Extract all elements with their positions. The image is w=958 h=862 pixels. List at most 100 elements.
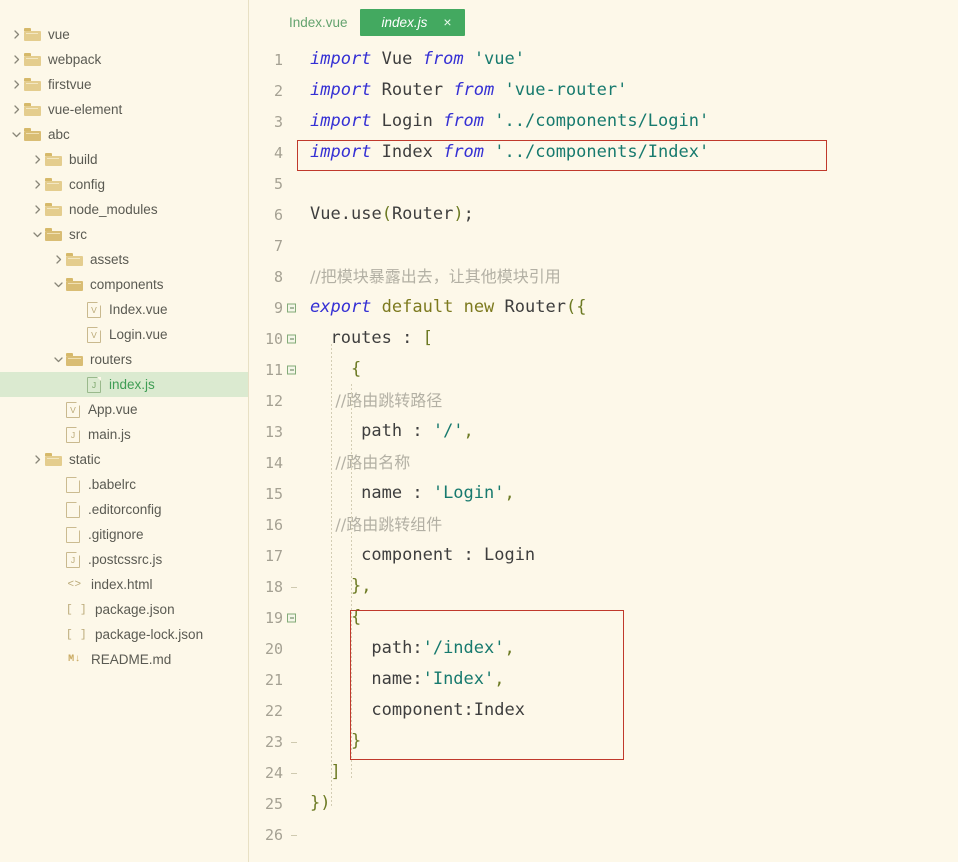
code-line[interactable]: 9 export default new Router({ <box>249 292 958 323</box>
code-line[interactable]: 12 //路由跳转路径 <box>249 385 958 416</box>
tree-item-assets[interactable]: assets <box>0 247 248 272</box>
code-line[interactable]: 2 import Router from 'vue-router' <box>249 75 958 106</box>
tree-item-vue-element[interactable]: vue-element <box>0 97 248 122</box>
code-text: import Vue from 'vue' <box>299 44 958 75</box>
token: Router <box>391 204 454 224</box>
code-line[interactable]: 18 }, <box>249 571 958 602</box>
plain-file-icon <box>66 526 80 543</box>
code-line[interactable]: 26 <box>249 819 958 850</box>
tree-item-node-modules[interactable]: node_modules <box>0 197 248 222</box>
code-line[interactable]: 11 { <box>249 354 958 385</box>
chevron-down-icon[interactable] <box>8 129 24 140</box>
chevron-right-icon[interactable] <box>8 54 24 65</box>
code-line[interactable]: 1 import Vue from 'vue' <box>249 44 958 75</box>
indent-guide <box>351 384 352 779</box>
code-line[interactable]: 6 Vue.use(Router); <box>249 199 958 230</box>
line-number: 15 <box>264 484 283 503</box>
token: routes : <box>310 328 423 348</box>
tree-item-index-vue[interactable]: V Index.vue <box>0 297 248 322</box>
code-line[interactable]: 13 path : '/', <box>249 416 958 447</box>
code-text: component : Login <box>299 540 958 571</box>
markdown-file-icon: M↓ <box>68 654 81 665</box>
chevron-right-icon[interactable] <box>29 454 45 465</box>
tree-item-index-html[interactable]: <> index.html <box>0 572 248 597</box>
chevron-right-icon[interactable] <box>29 204 45 215</box>
tree-item-abc[interactable]: abc <box>0 122 248 147</box>
tree-item-firstvue[interactable]: firstvue <box>0 72 248 97</box>
line-number: 20 <box>264 639 283 658</box>
code-line[interactable]: 20 path:'/index', <box>249 633 958 664</box>
code-line[interactable]: 17 component : Login <box>249 540 958 571</box>
chevron-right-icon[interactable] <box>50 254 66 265</box>
tree-item-app-vue[interactable]: V App.vue <box>0 397 248 422</box>
code-line[interactable]: 23 } <box>249 726 958 757</box>
chevron-down-icon[interactable] <box>50 279 66 290</box>
chevron-right-icon[interactable] <box>29 154 45 165</box>
editor-tab-bar[interactable]: Index.vue index.js × <box>249 0 958 44</box>
chevron-right-icon[interactable] <box>29 179 45 190</box>
file-explorer-sidebar[interactable]: vue webpack firstvue vue-element abc build con… <box>0 0 249 862</box>
tree-item-src[interactable]: src <box>0 222 248 247</box>
token: , <box>494 669 505 689</box>
close-icon[interactable]: × <box>443 15 451 29</box>
tree-item-config[interactable]: config <box>0 172 248 197</box>
chevron-right-icon[interactable] <box>8 29 24 40</box>
token: use <box>350 204 382 224</box>
code-text: //路由名称 <box>299 447 958 479</box>
tree-item-package-json[interactable]: [ ] package.json <box>0 597 248 622</box>
vue-file-icon: V <box>87 301 101 318</box>
code-line[interactable]: 4 import Index from '../components/Index' <box>249 137 958 168</box>
line-number: 3 <box>273 112 283 131</box>
folder-closed-icon <box>45 203 62 216</box>
code-line[interactable]: 15 name : 'Login', <box>249 478 958 509</box>
code-line[interactable]: 8 //把模块暴露出去，让其他模块引用 <box>249 261 958 292</box>
code-line[interactable]: 14 //路由名称 <box>249 447 958 478</box>
tree-item-routers[interactable]: routers <box>0 347 248 372</box>
chevron-down-icon[interactable] <box>50 354 66 365</box>
tree-item-label: package.json <box>95 602 175 617</box>
tree-item-babelrc[interactable]: .babelrc <box>0 472 248 497</box>
tree-item-index-js[interactable]: Jindex.js <box>0 372 248 397</box>
token: { <box>350 607 362 627</box>
tree-item-gitignore[interactable]: .gitignore <box>0 522 248 547</box>
code-line[interactable]: 24 ] <box>249 757 958 788</box>
vue-file-icon: V <box>66 401 80 418</box>
code-line[interactable]: 21 name:'Index', <box>249 664 958 695</box>
html-file-icon: <> <box>67 578 82 591</box>
code-line[interactable]: 10 routes : [ <box>249 323 958 354</box>
plain-file-icon <box>66 501 80 518</box>
token: } <box>350 731 362 751</box>
tree-item-build[interactable]: build <box>0 147 248 172</box>
code-line[interactable]: 5 <box>249 168 958 199</box>
editor-tab-index-js[interactable]: index.js × <box>359 8 465 36</box>
tree-item-login-vue[interactable]: V Login.vue <box>0 322 248 347</box>
line-number: 1 <box>273 50 283 69</box>
tree-item-main-js[interactable]: Jmain.js <box>0 422 248 447</box>
tree-item-editorconfig[interactable]: .editorconfig <box>0 497 248 522</box>
token: ; <box>463 204 474 224</box>
code-line[interactable]: 25}) <box>249 788 958 819</box>
tree-item-readme-md[interactable]: M↓ README.md <box>0 647 248 672</box>
tree-item-label: components <box>90 277 164 292</box>
code-line[interactable]: 7 <box>249 230 958 261</box>
tree-item-components[interactable]: components <box>0 272 248 297</box>
tree-item-vue[interactable]: vue <box>0 22 248 47</box>
code-text: //把模块暴露出去，让其他模块引用 <box>299 261 958 293</box>
editor-tab-index-vue[interactable]: Index.vue <box>277 9 360 36</box>
code-editor[interactable]: 1 import Vue from 'vue' 2 import Router fro… <box>249 44 958 862</box>
tree-item-static[interactable]: static <box>0 447 248 472</box>
tree-item-webpack[interactable]: webpack <box>0 47 248 72</box>
code-line[interactable]: 3 import Login from '../components/Login' <box>249 106 958 137</box>
token: }) <box>310 793 331 813</box>
line-number: 6 <box>273 205 283 224</box>
chevron-down-icon[interactable] <box>29 229 45 240</box>
code-line[interactable]: 16 //路由跳转组件 <box>249 509 958 540</box>
tree-item-package-lock-json[interactable]: [ ] package-lock.json <box>0 622 248 647</box>
code-line[interactable]: 22 component:Index <box>249 695 958 726</box>
code-line[interactable]: 19 { <box>249 602 958 633</box>
tree-item-postcssrc-js[interactable]: J .postcssrc.js <box>0 547 248 572</box>
chevron-right-icon[interactable] <box>8 104 24 115</box>
line-number: 14 <box>264 453 283 472</box>
chevron-right-icon[interactable] <box>8 79 24 90</box>
